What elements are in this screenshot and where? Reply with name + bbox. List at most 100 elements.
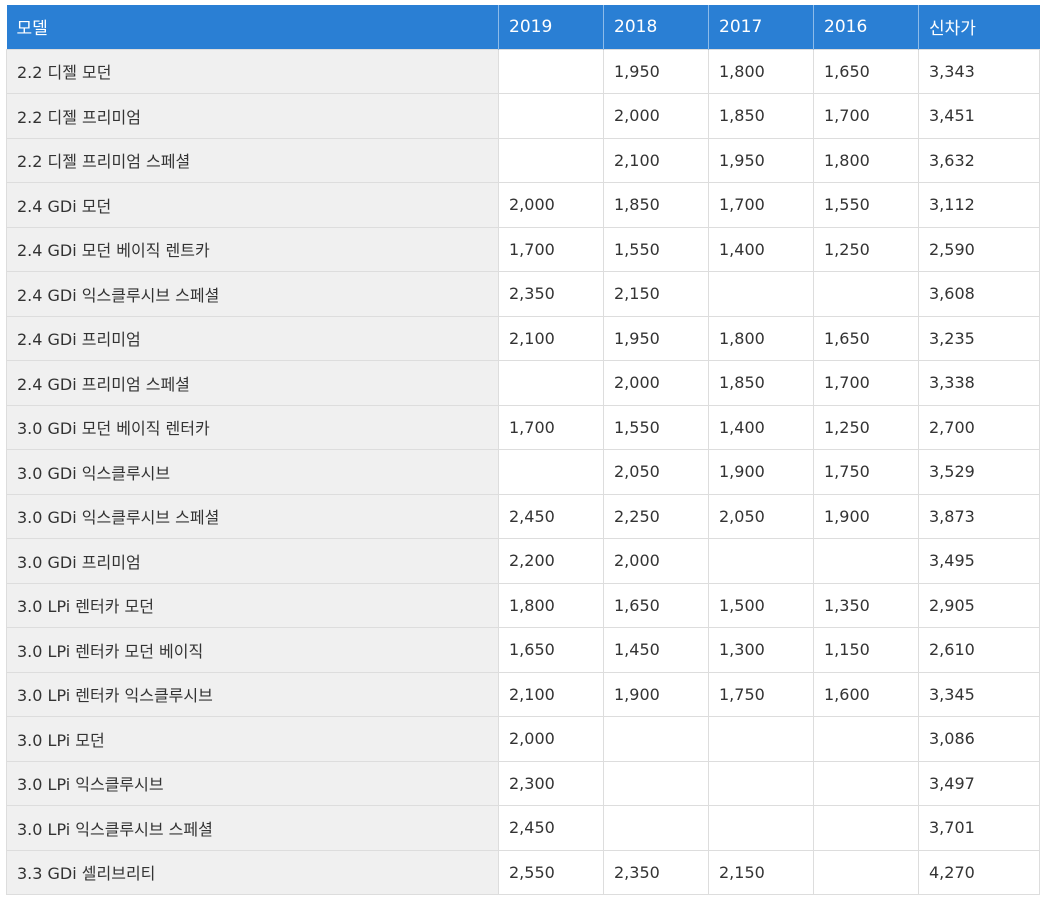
model-cell: 3.0 LPi 익스클루시브 스페셜 [6, 805, 499, 850]
price-2019-cell: 1,700 [498, 226, 604, 272]
table-row: 3.3 GDi 셀리브리티 2,550 2,350 2,150 4,270 [6, 849, 1040, 895]
price-2017-cell: 1,900 [708, 449, 814, 494]
price-2019-cell: 2,100 [498, 315, 604, 361]
price-2016-cell: 1,550 [813, 182, 919, 227]
model-cell: 2.4 GDi 익스클루시브 스페셜 [6, 271, 499, 316]
model-cell: 2.2 디젤 프리미엄 스페셜 [6, 137, 499, 183]
price-2016-cell [813, 271, 919, 316]
price-2019-cell [498, 360, 604, 405]
table-row: 3.0 LPi 렌터카 모던 베이직 1,650 1,450 1,300 1,150 2,… [6, 627, 1040, 672]
price-2017-cell: 1,800 [708, 315, 814, 361]
price-2019-cell: 2,200 [498, 538, 604, 583]
price-2016-cell: 1,250 [813, 226, 919, 272]
price-2018-cell: 1,550 [603, 226, 709, 272]
price-2017-cell: 1,850 [708, 360, 814, 405]
new-car-price-cell: 3,632 [918, 137, 1040, 183]
price-2018-cell: 2,100 [603, 137, 709, 183]
model-cell: 3.0 GDi 익스클루시브 [6, 449, 499, 494]
price-2018-cell: 2,150 [603, 271, 709, 316]
price-2017-cell: 1,850 [708, 93, 814, 138]
model-cell: 2.4 GDi 프리미엄 [6, 315, 499, 361]
price-2019-cell: 1,650 [498, 627, 604, 672]
model-cell: 3.0 LPi 모던 [6, 716, 499, 761]
price-2016-cell: 1,350 [813, 582, 919, 628]
header-2017: 2017 [708, 5, 814, 49]
price-2016-cell [813, 805, 919, 850]
header-2019: 2019 [498, 5, 604, 49]
table-row: 2.4 GDi 모던 2,000 1,850 1,700 1,550 3,112 [6, 182, 1040, 227]
price-2018-cell: 1,650 [603, 582, 709, 628]
price-2016-cell: 1,600 [813, 671, 919, 717]
header-row: 모델 2019 2018 2017 2016 신차가 [6, 5, 1040, 49]
price-2017-cell: 1,500 [708, 582, 814, 628]
price-2016-cell: 1,650 [813, 315, 919, 361]
new-car-price-cell: 3,873 [918, 493, 1040, 539]
price-2019-cell: 2,450 [498, 805, 604, 850]
model-cell: 2.4 GDi 프리미엄 스페셜 [6, 360, 499, 405]
price-2018-cell: 1,550 [603, 404, 709, 450]
price-2018-cell: 2,250 [603, 493, 709, 539]
table-row: 3.0 GDi 모던 베이직 렌터카 1,700 1,550 1,400 1,250 2,… [6, 404, 1040, 450]
model-cell: 2.4 GDi 모던 [6, 182, 499, 227]
model-cell: 3.0 LPi 익스클루시브 [6, 760, 499, 806]
price-2017-cell: 1,400 [708, 226, 814, 272]
price-2019-cell: 1,700 [498, 404, 604, 450]
header-new-car-price: 신차가 [918, 5, 1040, 49]
price-2018-cell: 2,000 [603, 360, 709, 405]
new-car-price-cell: 3,451 [918, 93, 1040, 138]
table-row: 2.4 GDi 모던 베이직 렌트카 1,700 1,550 1,400 1,250 2,… [6, 226, 1040, 272]
price-2018-cell [603, 805, 709, 850]
price-2018-cell: 2,000 [603, 538, 709, 583]
price-2018-cell: 1,950 [603, 48, 709, 94]
table-row: 3.0 LPi 렌터카 익스클루시브 2,100 1,900 1,750 1,600 3,… [6, 671, 1040, 717]
price-2016-cell: 1,800 [813, 137, 919, 183]
price-2016-cell: 1,250 [813, 404, 919, 450]
new-car-price-cell: 3,701 [918, 805, 1040, 850]
price-2017-cell: 1,800 [708, 48, 814, 94]
new-car-price-cell: 2,905 [918, 582, 1040, 628]
table-row: 2.2 디젤 프리미엄 2,000 1,850 1,700 3,451 [6, 93, 1040, 138]
price-2019-cell [498, 48, 604, 94]
price-2019-cell: 2,450 [498, 493, 604, 539]
price-2019-cell [498, 93, 604, 138]
price-2017-cell [708, 716, 814, 761]
table-row: 3.0 GDi 익스클루시브 2,050 1,900 1,750 3,529 [6, 449, 1040, 494]
price-table-container: 모델 2019 2018 2017 2016 신차가 2.2 디젤 모던 1,950 1,80… [6, 5, 1040, 895]
new-car-price-cell: 3,495 [918, 538, 1040, 583]
price-2016-cell: 1,650 [813, 48, 919, 94]
table-row: 3.0 GDi 익스클루시브 스페셜 2,450 2,250 2,050 1,900 3,… [6, 493, 1040, 539]
table-row: 2.4 GDi 익스클루시브 스페셜 2,350 2,150 3,608 [6, 271, 1040, 316]
price-2017-cell [708, 760, 814, 806]
model-cell: 3.3 GDi 셀리브리티 [6, 849, 499, 895]
price-2016-cell: 1,900 [813, 493, 919, 539]
new-car-price-cell: 3,086 [918, 716, 1040, 761]
price-2018-cell: 1,450 [603, 627, 709, 672]
new-car-price-cell: 2,590 [918, 226, 1040, 272]
table-row: 2.4 GDi 프리미엄 스페셜 2,000 1,850 1,700 3,338 [6, 360, 1040, 405]
model-cell: 3.0 GDi 익스클루시브 스페셜 [6, 493, 499, 539]
table-row: 2.4 GDi 프리미엄 2,100 1,950 1,800 1,650 3,235 [6, 315, 1040, 361]
price-2019-cell: 2,300 [498, 760, 604, 806]
new-car-price-cell: 3,338 [918, 360, 1040, 405]
price-2018-cell: 2,050 [603, 449, 709, 494]
table-row: 2.2 디젤 모던 1,950 1,800 1,650 3,343 [6, 48, 1040, 94]
table-row: 3.0 LPi 렌터카 모던 1,800 1,650 1,500 1,350 2,905 [6, 582, 1040, 628]
new-car-price-cell: 3,497 [918, 760, 1040, 806]
table-row: 3.0 GDi 프리미엄 2,200 2,000 3,495 [6, 538, 1040, 583]
new-car-price-cell: 3,235 [918, 315, 1040, 361]
price-2017-cell: 2,150 [708, 849, 814, 895]
model-cell: 3.0 LPi 렌터카 모던 [6, 582, 499, 628]
price-2017-cell: 2,050 [708, 493, 814, 539]
price-2016-cell: 1,700 [813, 93, 919, 138]
price-2017-cell [708, 805, 814, 850]
table-row: 3.0 LPi 모던 2,000 3,086 [6, 716, 1040, 761]
price-2019-cell: 2,350 [498, 271, 604, 316]
price-2016-cell [813, 716, 919, 761]
table-row: 3.0 LPi 익스클루시브 2,300 3,497 [6, 760, 1040, 806]
model-cell: 2.2 디젤 프리미엄 [6, 93, 499, 138]
header-model: 모델 [6, 5, 499, 49]
model-cell: 3.0 LPi 렌터카 모던 베이직 [6, 627, 499, 672]
price-2017-cell: 1,400 [708, 404, 814, 450]
price-2017-cell: 1,700 [708, 182, 814, 227]
price-2019-cell [498, 137, 604, 183]
